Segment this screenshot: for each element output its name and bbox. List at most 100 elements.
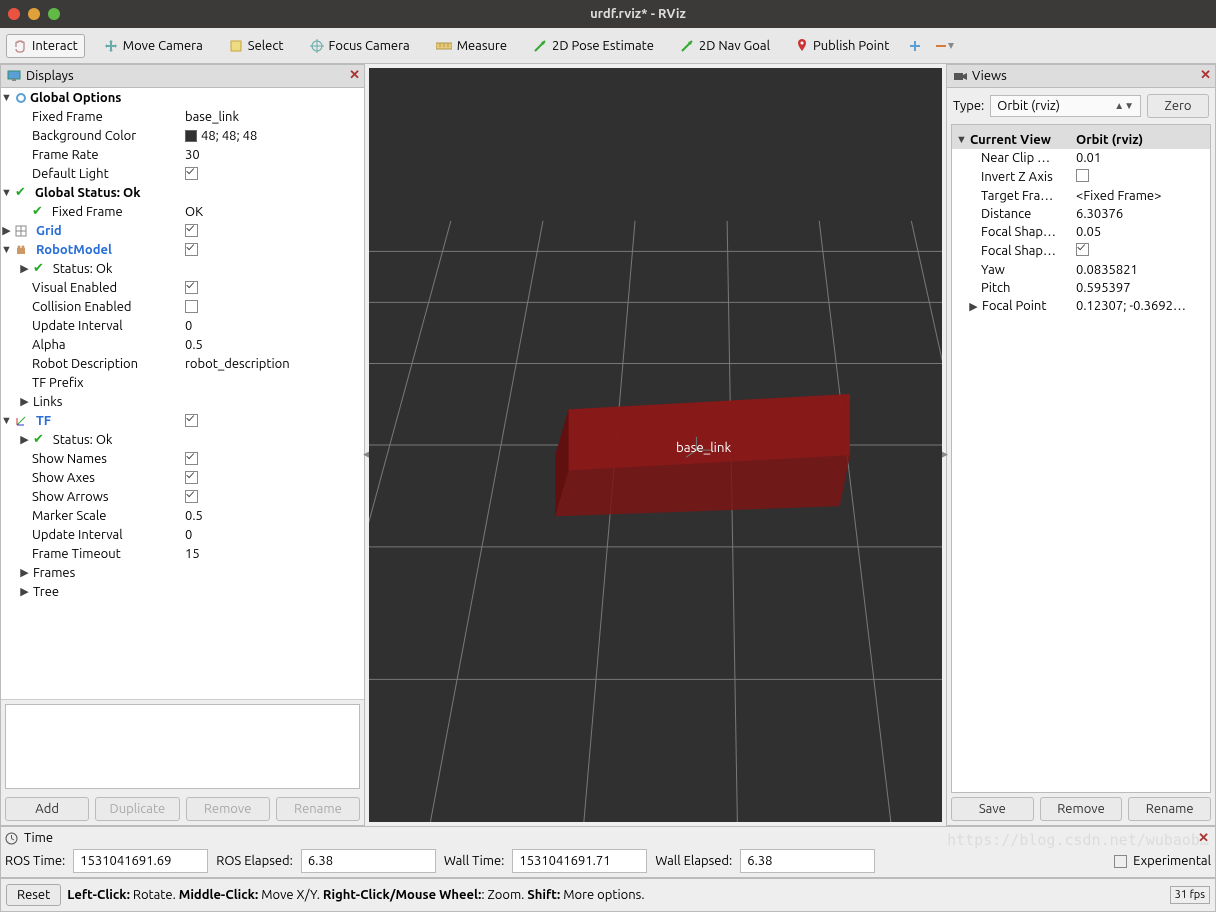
pitch-value[interactable]: 0.595397 xyxy=(1072,279,1210,297)
bg-color-label: Background Color xyxy=(32,129,136,143)
wall-elapsed-label: Wall Elapsed: xyxy=(655,854,732,868)
rm-visual-checkbox[interactable] xyxy=(185,281,198,294)
current-view-label[interactable]: Current View xyxy=(970,133,1051,147)
close-icon[interactable]: ✕ xyxy=(1198,831,1209,846)
global-status-label: Global Status: Ok xyxy=(35,186,141,200)
gear-icon xyxy=(15,92,27,104)
close-icon[interactable]: ✕ xyxy=(1200,68,1211,83)
tf-axes-label: Show Axes xyxy=(32,471,95,485)
pose-estimate-tool[interactable]: 2D Pose Estimate xyxy=(526,34,661,58)
tf-tree-label[interactable]: Tree xyxy=(33,585,59,599)
close-window-icon[interactable] xyxy=(8,8,20,20)
target-frame-value[interactable]: <Fixed Frame> xyxy=(1072,187,1210,205)
select-label: Select xyxy=(248,39,284,53)
bg-color-value[interactable]: 48; 48; 48 xyxy=(201,129,257,143)
tf-arrows-checkbox[interactable] xyxy=(185,490,198,503)
rename-view-button[interactable]: Rename xyxy=(1128,797,1211,821)
measure-label: Measure xyxy=(457,39,507,53)
focal-shape-size-value[interactable]: 0.05 xyxy=(1072,223,1210,241)
views-tree[interactable]: ▼Current ViewOrbit (rviz) Near Clip …0.0… xyxy=(951,124,1211,793)
nav-goal-label: 2D Nav Goal xyxy=(699,39,770,53)
tf-frames-label[interactable]: Frames xyxy=(33,566,75,580)
frame-rate-value[interactable]: 30 xyxy=(181,148,364,162)
duplicate-button[interactable]: Duplicate xyxy=(95,797,179,821)
frame-rate-label: Frame Rate xyxy=(32,148,99,162)
grid-checkbox[interactable] xyxy=(185,224,198,237)
publish-point-label: Publish Point xyxy=(813,39,889,53)
views-type-label: Type: xyxy=(953,99,984,113)
pose-estimate-label: 2D Pose Estimate xyxy=(552,39,654,53)
experimental-checkbox[interactable] xyxy=(1114,855,1127,868)
rm-alpha-value[interactable]: 0.5 xyxy=(181,338,364,352)
focal-point-label[interactable]: Focal Point xyxy=(982,299,1046,313)
rename-button[interactable]: Rename xyxy=(276,797,360,821)
nav-goal-tool[interactable]: 2D Nav Goal xyxy=(673,34,777,58)
wall-elapsed-input[interactable] xyxy=(740,849,875,873)
ros-elapsed-input[interactable] xyxy=(301,849,436,873)
views-panel-title[interactable]: Views ✕ xyxy=(947,65,1215,88)
close-icon[interactable]: ✕ xyxy=(349,68,360,83)
tf-icon xyxy=(15,415,27,427)
tf-status-label: Status: Ok xyxy=(53,433,113,447)
move-camera-tool[interactable]: Move Camera xyxy=(97,34,210,58)
robot-model-item[interactable]: RobotModel xyxy=(36,243,112,257)
displays-panel-title[interactable]: Displays ✕ xyxy=(1,65,364,88)
focal-point-value[interactable]: 0.12307; -0.3692… xyxy=(1072,297,1210,315)
rm-collision-label: Collision Enabled xyxy=(32,300,132,314)
displays-panel: Displays ✕ ▼Global Options Fixed Frameba… xyxy=(0,64,365,826)
focus-camera-tool[interactable]: Focus Camera xyxy=(303,34,417,58)
3d-viewport[interactable]: base_link xyxy=(369,68,942,822)
interact-tool[interactable]: Interact xyxy=(6,34,85,58)
rm-desc-value[interactable]: robot_description xyxy=(181,357,364,371)
maximize-window-icon[interactable] xyxy=(48,8,60,20)
reset-button[interactable]: Reset xyxy=(6,884,61,906)
plus-tool-icon[interactable] xyxy=(908,39,922,53)
fps-badge: 31 fps xyxy=(1170,886,1210,904)
grid-icon xyxy=(15,225,27,237)
publish-point-tool[interactable]: Publish Point xyxy=(789,34,896,58)
tf-update-value[interactable]: 0 xyxy=(181,528,364,542)
svg-text:base_link: base_link xyxy=(676,440,732,455)
focal-shape-fixed-checkbox[interactable] xyxy=(1076,243,1089,256)
distance-value[interactable]: 6.30376 xyxy=(1072,205,1210,223)
clock-icon xyxy=(5,832,18,845)
view-type-select[interactable]: Orbit (rviz)▲▼ xyxy=(990,95,1141,117)
rm-links-label[interactable]: Links xyxy=(33,395,62,409)
rm-tfprefix-label: TF Prefix xyxy=(32,376,84,390)
select-tool[interactable]: Select xyxy=(222,34,291,58)
green-arrow-icon xyxy=(533,39,547,53)
measure-tool[interactable]: Measure xyxy=(429,34,514,58)
ruler-icon xyxy=(436,41,452,51)
near-clip-label: Near Clip … xyxy=(981,151,1050,165)
wall-time-input[interactable] xyxy=(512,849,647,873)
tf-item[interactable]: TF xyxy=(36,414,51,428)
titlebar: urdf.rviz* - RViz xyxy=(0,0,1216,28)
rm-collision-checkbox[interactable] xyxy=(185,300,198,313)
yaw-value[interactable]: 0.0835821 xyxy=(1072,261,1210,279)
tf-marker-value[interactable]: 0.5 xyxy=(181,509,364,523)
invert-z-checkbox[interactable] xyxy=(1076,169,1089,182)
displays-tree[interactable]: ▼Global Options Fixed Framebase_link Bac… xyxy=(1,88,364,700)
add-button[interactable]: Add xyxy=(5,797,89,821)
rm-desc-label: Robot Description xyxy=(32,357,138,371)
minimize-window-icon[interactable] xyxy=(28,8,40,20)
tf-names-checkbox[interactable] xyxy=(185,452,198,465)
main-toolbar: Interact Move Camera Select Focus Camera… xyxy=(0,28,1216,64)
grid-item[interactable]: Grid xyxy=(36,224,62,238)
minus-tool-icon[interactable] xyxy=(934,39,954,53)
near-clip-value[interactable]: 0.01 xyxy=(1072,149,1210,167)
robot-model-checkbox[interactable] xyxy=(185,243,198,256)
rm-update-value[interactable]: 0 xyxy=(181,319,364,333)
window-title: urdf.rviz* - RViz xyxy=(68,7,1208,21)
ros-time-input[interactable] xyxy=(73,849,208,873)
fixed-frame-value[interactable]: base_link xyxy=(181,110,364,124)
tf-axes-checkbox[interactable] xyxy=(185,471,198,484)
remove-view-button[interactable]: Remove xyxy=(1040,797,1123,821)
default-light-checkbox[interactable] xyxy=(185,167,198,180)
tf-timeout-value[interactable]: 15 xyxy=(181,547,364,561)
zero-button[interactable]: Zero xyxy=(1147,94,1209,118)
time-panel: Time ✕ ROS Time: ROS Elapsed: Wall Time:… xyxy=(0,826,1216,878)
tf-checkbox[interactable] xyxy=(185,414,198,427)
save-view-button[interactable]: Save xyxy=(951,797,1034,821)
remove-button[interactable]: Remove xyxy=(186,797,270,821)
